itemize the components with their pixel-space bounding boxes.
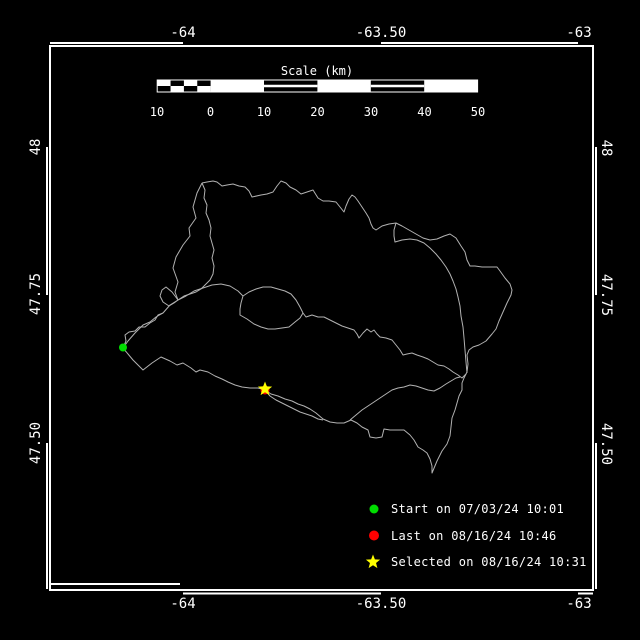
legend-start-label: Start on 07/03/24 10:01 xyxy=(391,502,565,516)
scale-bar-solid-segment xyxy=(317,80,371,92)
start-marker[interactable] xyxy=(119,343,127,352)
lat-label-left-2: 47.75 xyxy=(28,272,44,316)
lat-label-right-2: 47.75 xyxy=(598,273,614,317)
scale-bar-stripe-segment xyxy=(264,84,318,88)
gps-track-segment xyxy=(349,376,461,421)
lon-label-top-1: -64 xyxy=(170,25,196,41)
scale-tick-4: 30 xyxy=(363,105,379,119)
map-plot-canvas[interactable] xyxy=(0,0,640,640)
lon-label-bottom-1: -64 xyxy=(170,596,196,612)
gps-track-map-view: -64 -63.50 -63 -64 -63.50 -63 48 47.75 4… xyxy=(0,0,640,640)
gps-track-segment xyxy=(239,295,304,330)
scale-tick-0: 10 xyxy=(149,105,165,119)
scale-tick-1: 0 xyxy=(206,105,215,119)
scale-bar-checker-cell xyxy=(197,86,211,92)
legend-selected-star-icon[interactable] xyxy=(365,554,381,569)
lon-label-top-2: -63.50 xyxy=(355,25,407,41)
scale-tick-6: 50 xyxy=(470,105,486,119)
lon-label-top-3: -63 xyxy=(566,25,592,41)
gps-track-segment xyxy=(393,222,468,374)
lat-label-left-1: 48 xyxy=(28,138,44,156)
legend-start-circle-icon xyxy=(369,504,379,514)
scale-bar-solid-segment xyxy=(424,80,478,92)
scale-bar-checker-cell xyxy=(157,80,171,86)
scale-bar-stripe-segment xyxy=(370,84,425,88)
lon-label-bottom-3: -63 xyxy=(566,596,592,612)
scale-bar-solid-segment xyxy=(210,80,264,92)
legend-last-circle-icon xyxy=(369,530,379,541)
gps-track-segment xyxy=(122,180,513,474)
scale-tick-2: 10 xyxy=(256,105,272,119)
lat-label-right-1: 48 xyxy=(598,139,614,157)
scale-bar-checker-cell xyxy=(170,86,184,92)
legend-selected-label: Selected on 08/16/24 10:31 xyxy=(391,555,587,569)
scale-bar-checker-cell xyxy=(183,80,198,86)
gps-track-segment xyxy=(177,182,215,301)
gps-track-segment xyxy=(177,283,467,379)
legend-last-label: Last on 08/16/24 10:46 xyxy=(391,528,557,543)
lat-label-left-3: 47.50 xyxy=(28,421,44,465)
lat-label-right-3: 47.50 xyxy=(598,422,614,466)
lon-label-bottom-2: -63.50 xyxy=(355,596,407,612)
scale-bar-title: Scale (km) xyxy=(280,64,354,78)
scale-tick-5: 40 xyxy=(417,105,432,119)
gps-track-segment xyxy=(122,312,164,349)
scale-tick-3: 20 xyxy=(310,105,325,119)
